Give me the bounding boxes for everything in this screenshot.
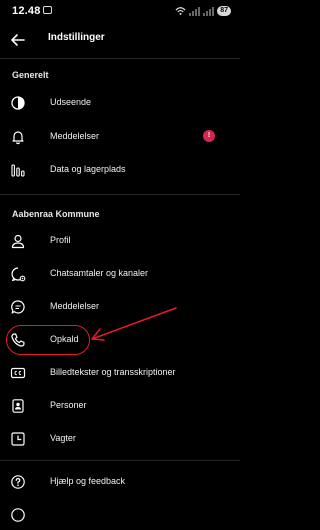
info-icon [11,508,25,522]
bell-icon [12,131,24,145]
status-time: 12.48 [12,5,41,17]
wifi-icon [175,7,186,16]
settings-item-label: Vagter [50,433,76,443]
settings-item-appearance[interactable]: Udseende [0,88,240,118]
signal-icon-2 [203,6,215,16]
settings-item-notifications[interactable]: Meddelelser ! [0,122,240,152]
signal-icon [189,6,201,16]
screen-record-icon [43,6,52,14]
section-title-org: Aabenraa Kommune [12,209,100,219]
appearance-icon [11,96,25,110]
settings-item-label: Profil [50,235,71,245]
settings-item-data-storage[interactable]: Data og lagerplads [0,155,240,185]
status-indicators: 87 [175,5,231,17]
annotation-arrow-icon [91,307,177,341]
battery-indicator: 87 [217,6,231,16]
profile-icon [11,234,25,249]
data-storage-icon [11,164,25,177]
message-icon [11,300,25,314]
alert-badge: ! [203,130,215,142]
back-arrow-icon[interactable] [10,32,26,48]
settings-item-label: Chatsamtaler og kanaler [50,268,149,278]
annotation-highlight-oval [6,325,90,355]
section-title-general: Generelt [12,70,49,80]
settings-item-label: Data og lagerplads [50,164,126,174]
divider [0,460,240,461]
settings-item-label: Udseende [50,97,92,107]
settings-item-partial[interactable] [0,500,240,530]
settings-item-people[interactable]: Personer [0,391,240,421]
settings-item-label: Meddelelser [50,131,100,141]
page-title: Indstillinger [48,32,105,43]
settings-item-profile[interactable]: Profil [0,226,240,256]
settings-item-help-feedback[interactable]: Hjælp og feedback [0,467,240,497]
shifts-icon [11,432,25,446]
captions-icon [10,367,26,379]
settings-item-shifts[interactable]: Vagter [0,424,240,454]
settings-item-chats-channels[interactable]: Chatsamtaler og kanaler [0,259,240,289]
divider [0,194,240,195]
settings-item-label: Billedtekster og transskriptioner [50,367,176,377]
settings-item-label: Personer [50,400,87,410]
chat-settings-icon [11,267,26,282]
app-header: Indstillinger [0,22,240,58]
help-icon [11,475,25,489]
status-bar: 12.48 87 [0,0,240,22]
settings-item-captions[interactable]: Billedtekster og transskriptioner [0,358,240,388]
divider [0,58,240,59]
settings-item-label: Hjælp og feedback [50,476,126,486]
contacts-icon [12,399,24,413]
